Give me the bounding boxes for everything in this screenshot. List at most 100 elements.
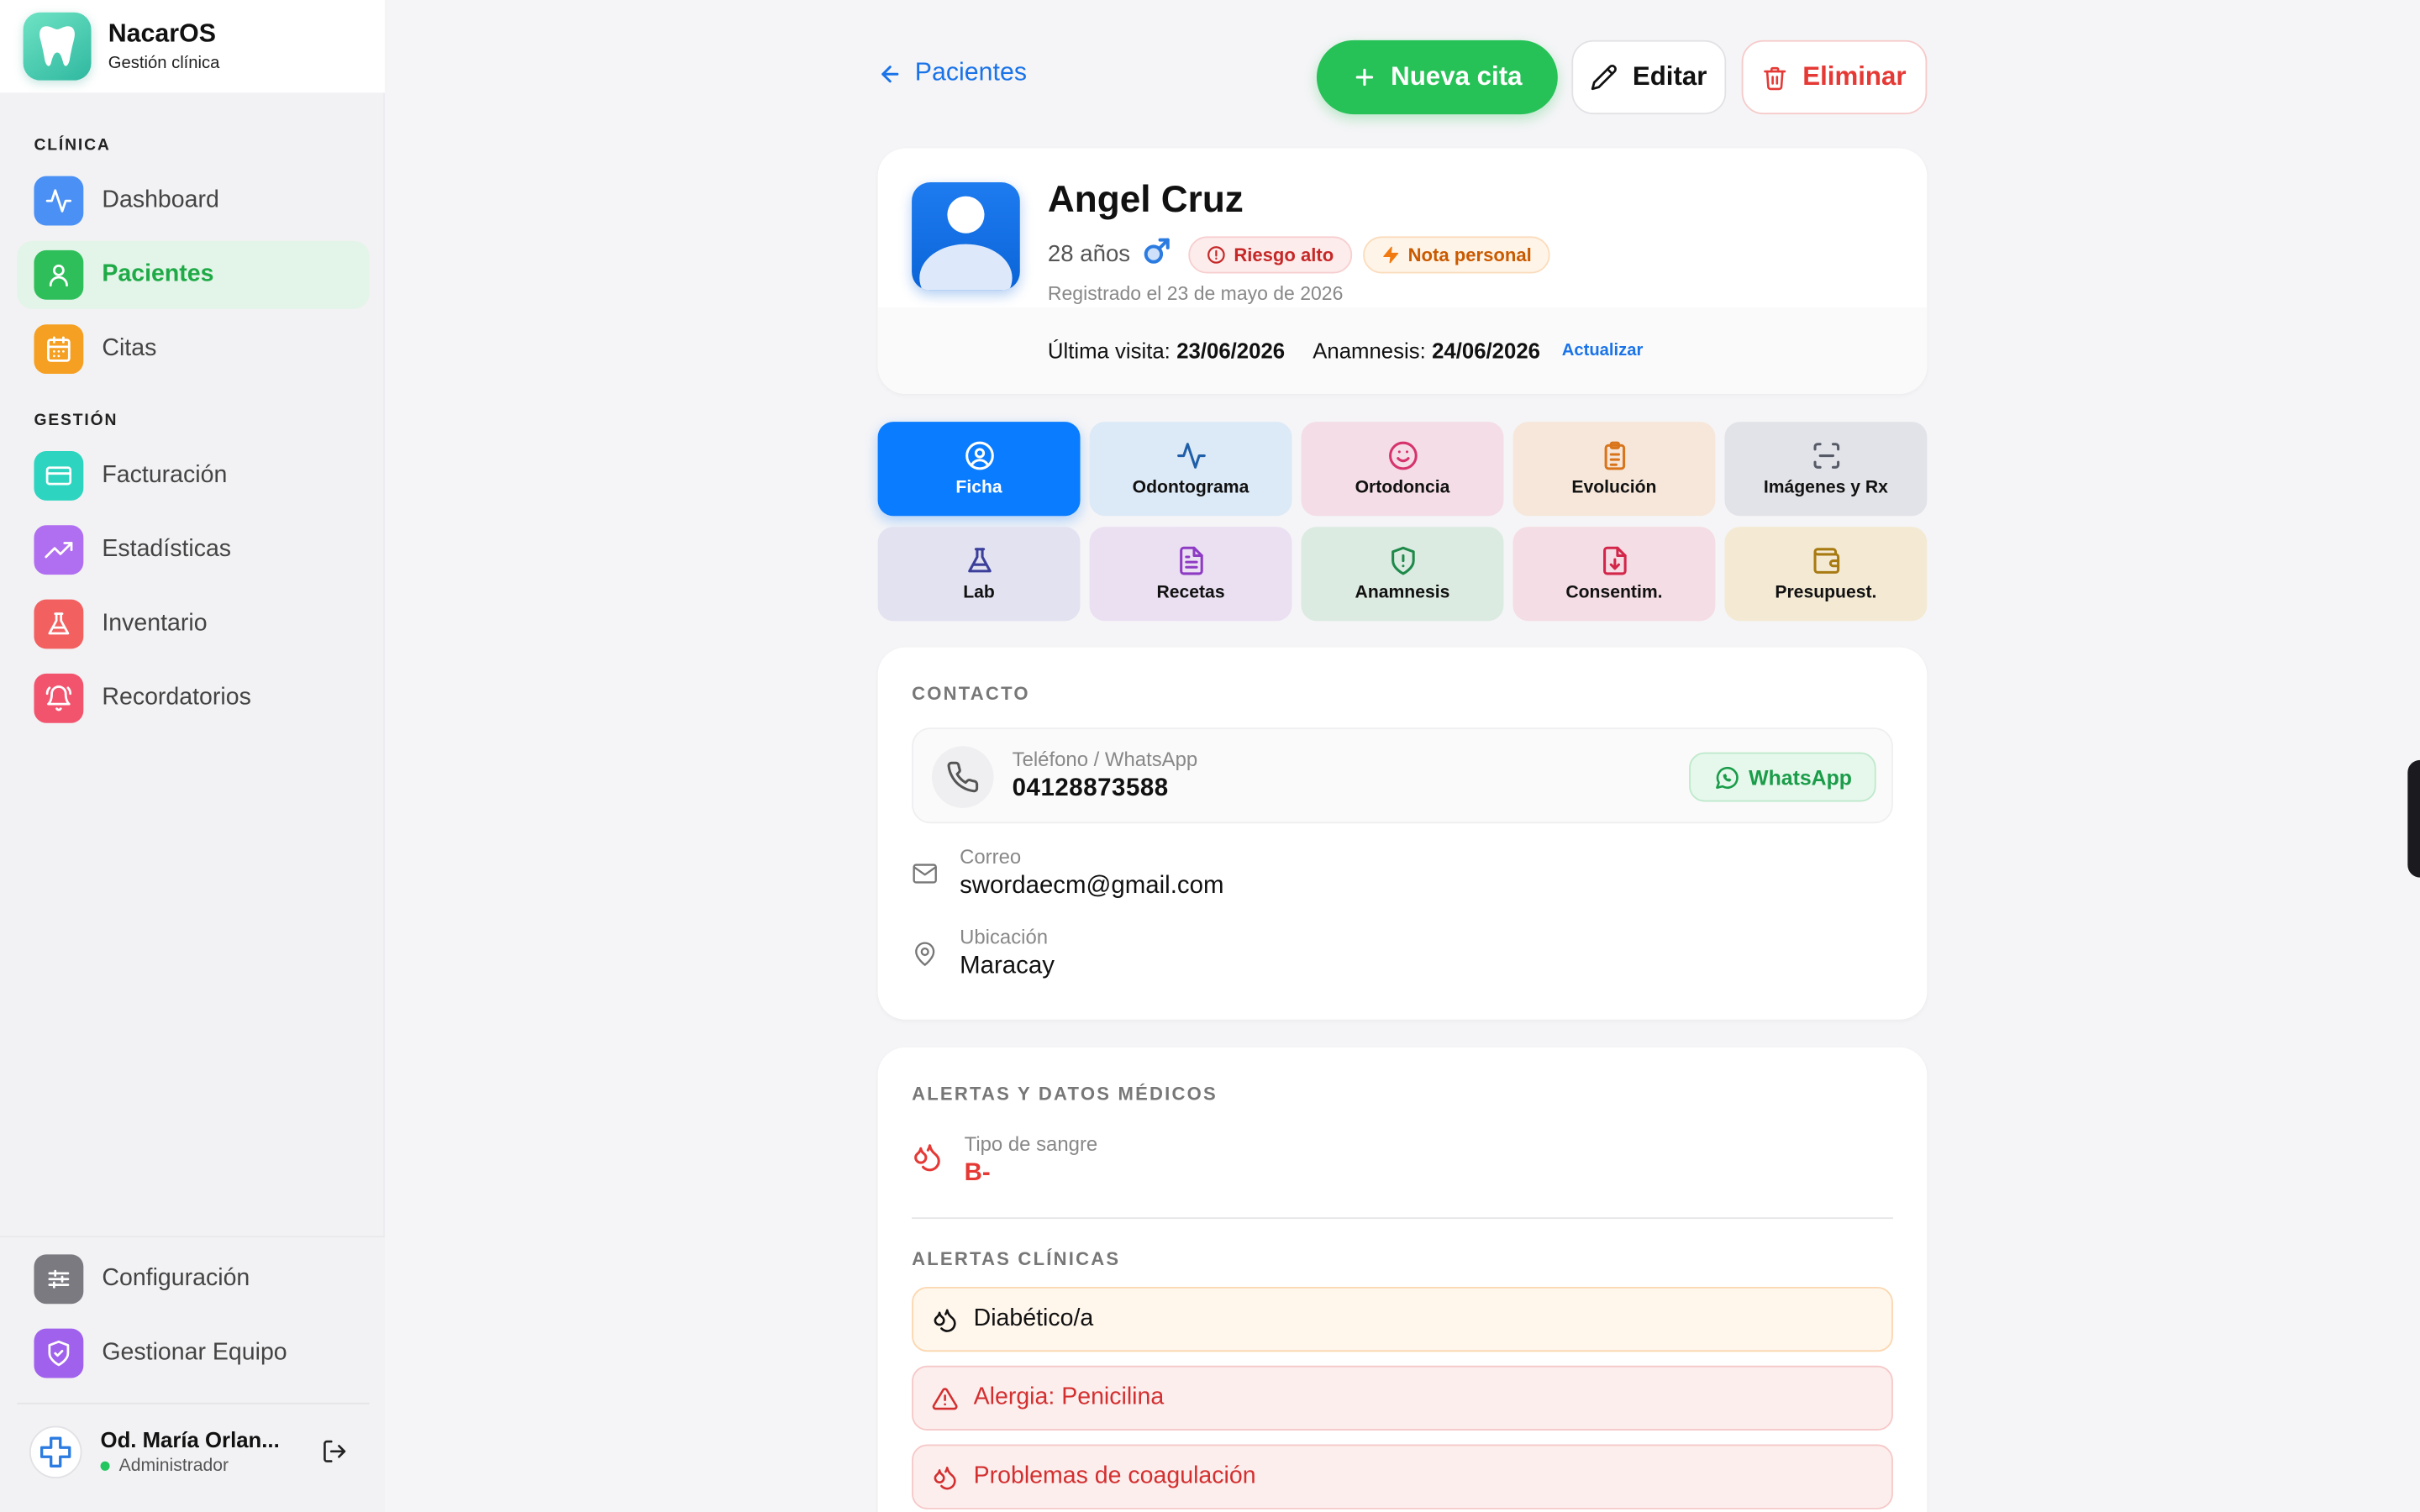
- note-badge-label: Nota personal: [1407, 243, 1532, 265]
- user-role-label: Administrador: [118, 1457, 229, 1476]
- tab-consentimiento[interactable]: Consentim.: [1512, 527, 1716, 622]
- alert-triangle-icon: [932, 1387, 958, 1410]
- credit-card-icon: [34, 451, 84, 501]
- last-visit-value: 23/06/2026: [1176, 338, 1286, 364]
- tab-label: Ficha: [955, 479, 1002, 498]
- flask-icon: [967, 548, 991, 573]
- trash-icon: [1765, 66, 1787, 90]
- alert-label: Alergia: Penicilina: [973, 1383, 1165, 1411]
- update-anamnesis-link[interactable]: Actualizar: [1562, 341, 1644, 360]
- tab-label: Lab: [963, 584, 995, 603]
- tab-anamnesis[interactable]: Anamnesis: [1301, 527, 1504, 622]
- sidebar-item-label: Estadísticas: [102, 536, 232, 563]
- email-label: Correo: [960, 844, 1022, 869]
- tab-lab[interactable]: Lab: [877, 527, 1081, 622]
- patient-meta: 28 años Riesgo alto Nota personal: [1048, 235, 1561, 274]
- user-icon: [34, 249, 84, 300]
- tab-ficha[interactable]: Ficha: [877, 422, 1081, 517]
- risk-badge: Riesgo alto: [1188, 235, 1353, 273]
- contact-card: CONTACTO Teléfono / WhatsApp 04128873588…: [877, 647, 1928, 1020]
- droplets-icon: [934, 1466, 956, 1489]
- tab-imagenes-rx[interactable]: Imágenes y Rx: [1724, 422, 1928, 517]
- smile-icon: [1388, 441, 1417, 470]
- clipboard-icon: [1603, 441, 1625, 470]
- contact-section-title: CONTACTO: [912, 682, 1030, 705]
- section-label-gestion: GESTIÓN: [34, 411, 118, 430]
- tab-presupuesto[interactable]: Presupuest.: [1724, 527, 1928, 622]
- sidebar-item-label: Facturación: [102, 461, 228, 489]
- sidebar-item-label: Recordatorios: [102, 684, 251, 711]
- calendar-icon: [34, 324, 84, 375]
- brand-subtitle: Gestión clínica: [108, 54, 220, 73]
- sidebar-item-facturacion[interactable]: Facturación: [17, 442, 369, 510]
- tab-evolucion[interactable]: Evolución: [1512, 422, 1716, 517]
- sidebar: NacarOS Gestión clínica CLÍNICA Dashboar…: [0, 0, 385, 1512]
- sidebar-item-configuracion[interactable]: Configuración: [17, 1245, 369, 1313]
- user-profile[interactable]: Od. María Orlan... Administrador: [17, 1402, 370, 1499]
- tab-recetas[interactable]: Recetas: [1089, 527, 1292, 622]
- sidebar-item-label: Gestionar Equipo: [102, 1339, 287, 1366]
- back-link-label: Pacientes: [914, 58, 1028, 87]
- whatsapp-button[interactable]: WhatsApp: [1689, 752, 1876, 802]
- tab-label: Consentim.: [1565, 584, 1663, 603]
- blood-type-value: B-: [964, 1160, 991, 1187]
- note-badge[interactable]: Nota personal: [1363, 235, 1550, 273]
- edit-button[interactable]: Editar: [1571, 39, 1727, 115]
- alert-label: Problemas de coagulación: [973, 1462, 1256, 1489]
- alert-label: Diabético/a: [973, 1305, 1094, 1332]
- sliders-icon: [34, 1254, 84, 1305]
- arrow-left-icon: [881, 65, 899, 82]
- clinical-alert-item: Alergia: Penicilina: [912, 1365, 1893, 1431]
- divider: [912, 1217, 1893, 1220]
- sidebar-item-gestionar-equipo[interactable]: Gestionar Equipo: [17, 1320, 369, 1388]
- blood-type-label: Tipo de sangre: [964, 1132, 1098, 1156]
- male-gender-icon: [1143, 235, 1174, 274]
- alert-circle-icon: [1207, 245, 1226, 263]
- whatsapp-icon: [1715, 766, 1739, 789]
- mail-icon: [912, 860, 939, 894]
- email-row: Correo swordaecm@gmail.com: [912, 845, 1223, 900]
- sidebar-item-label: Inventario: [102, 610, 208, 637]
- tab-label: Presupuest.: [1775, 584, 1877, 603]
- file-text-icon: [1179, 546, 1202, 575]
- drawer-handle[interactable]: [2407, 759, 2420, 878]
- sidebar-item-label: Dashboard: [102, 186, 219, 213]
- sidebar-item-recordatorios[interactable]: Recordatorios: [17, 664, 369, 732]
- registration-date: Registrado el 23 de mayo de 2026: [1047, 282, 1344, 305]
- user-role: Administrador: [100, 1457, 280, 1476]
- new-appointment-button[interactable]: Nueva cita: [1316, 39, 1558, 115]
- medical-alerts-card: ALERTAS Y DATOS MÉDICOS Tipo de sangre B…: [877, 1047, 1928, 1512]
- tab-label: Evolución: [1571, 479, 1657, 498]
- wallet-icon: [1812, 548, 1839, 574]
- online-status-dot: [100, 1461, 110, 1471]
- tab-label: Anamnesis: [1355, 584, 1450, 603]
- anamnesis-label: Anamnesis:: [1313, 338, 1426, 364]
- delete-button[interactable]: Eliminar: [1741, 39, 1928, 115]
- zap-icon: [1383, 245, 1399, 263]
- location-row: Ubicación Maracay: [912, 926, 1055, 981]
- pencil-icon: [1591, 65, 1618, 91]
- blood-type-row: Tipo de sangre B-: [912, 1132, 1097, 1188]
- sidebar-item-inventario[interactable]: Inventario: [17, 591, 369, 659]
- activity-icon: [1176, 443, 1205, 469]
- sidebar-item-label: Configuración: [102, 1265, 250, 1292]
- brand-header[interactable]: NacarOS Gestión clínica: [0, 0, 385, 93]
- logout-icon[interactable]: [322, 1438, 348, 1472]
- tab-odontograma[interactable]: Odontograma: [1089, 422, 1292, 517]
- sidebar-item-estadisticas[interactable]: Estadísticas: [17, 516, 369, 584]
- phone-box: Teléfono / WhatsApp 04128873588 WhatsApp: [912, 727, 1893, 824]
- phone-value[interactable]: 04128873588: [1013, 775, 1198, 803]
- tab-label: Recetas: [1156, 584, 1225, 603]
- tab-label: Odontograma: [1132, 479, 1249, 498]
- clinical-alerts-title: ALERTAS CLÍNICAS: [912, 1247, 1121, 1270]
- medical-section-title: ALERTAS Y DATOS MÉDICOS: [912, 1083, 1218, 1105]
- sidebar-item-dashboard[interactable]: Dashboard: [17, 167, 369, 235]
- phone-label: Teléfono / WhatsApp: [1012, 748, 1198, 771]
- sidebar-item-citas[interactable]: Citas: [17, 315, 369, 383]
- email-value[interactable]: swordaecm@gmail.com: [960, 873, 1223, 900]
- sidebar-item-label: Pacientes: [102, 260, 214, 288]
- tab-ortodoncia[interactable]: Ortodoncia: [1301, 422, 1504, 517]
- sidebar-item-pacientes[interactable]: Pacientes: [17, 240, 370, 309]
- back-to-patients-link[interactable]: Pacientes: [878, 59, 1027, 88]
- patient-avatar: [912, 182, 1020, 291]
